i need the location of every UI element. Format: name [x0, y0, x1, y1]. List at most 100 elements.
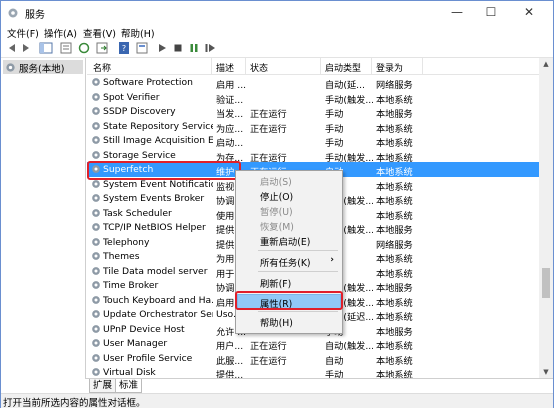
service-gear-icon: [92, 107, 100, 115]
menu-item-help[interactable]: 帮助(H): [238, 314, 340, 329]
service-name: Tile Data model server: [103, 265, 208, 277]
table-row[interactable]: Spot Verifier 验证... 手动(触发... 本地系统: [87, 90, 539, 106]
menu-separator: [258, 311, 338, 312]
column-divider[interactable]: [422, 58, 423, 74]
column-divider[interactable]: [371, 58, 372, 74]
menu-item-start[interactable]: 启动(S): [238, 173, 340, 188]
pause-service-icon[interactable]: [187, 41, 201, 55]
service-gear-icon: [92, 136, 100, 144]
list-view-icon[interactable]: [59, 41, 73, 55]
table-row[interactable]: Virtual Disk 提供... 手动 本地系统: [87, 365, 539, 378]
menu-item-restart[interactable]: 重新启动(E): [238, 233, 340, 248]
menu-file[interactable]: 文件(F): [7, 26, 39, 40]
service-name: SSDP Discovery: [103, 106, 176, 117]
table-row[interactable]: Storage Service 为存... 正在运行 手动(触发... 本地系统: [87, 148, 539, 164]
column-divider[interactable]: [211, 58, 212, 74]
export-list-icon[interactable]: [95, 41, 109, 55]
service-gear-icon: [92, 368, 100, 376]
services-window: 服务 — ☐ ✕ 文件(F) 操作(A) 查看(V) 帮助(H) ? 服务(本地…: [0, 0, 554, 409]
toolbar: ?: [1, 39, 553, 58]
tab-standard[interactable]: 标准: [115, 379, 143, 393]
column-name-header[interactable]: 名称: [93, 61, 111, 74]
service-gear-icon: [92, 78, 100, 86]
forward-arrow-icon[interactable]: [19, 41, 33, 55]
menu-help[interactable]: 帮助(H): [121, 26, 155, 40]
menu-view[interactable]: 查看(V): [83, 26, 116, 40]
scroll-up-icon[interactable]: ▲: [539, 58, 553, 70]
service-gear-icon: [92, 281, 100, 289]
service-gear-icon: [92, 150, 100, 159]
service-startup-type: 手动: [325, 370, 344, 378]
vertical-scrollbar[interactable]: ▲ ▼: [539, 58, 553, 378]
service-description: 提供...: [216, 370, 244, 378]
title-bar[interactable]: 服务 — ☐ ✕: [1, 1, 553, 25]
table-row[interactable]: SSDP Discovery 当发... 正在运行 手动 本地服务: [87, 104, 539, 120]
start-service-icon[interactable]: [155, 41, 169, 55]
service-name: User Manager: [103, 338, 168, 349]
menu-item-pause[interactable]: 暂停(U): [238, 203, 340, 218]
service-gear-icon: [92, 237, 100, 246]
annotation-highlight-superfetch: [87, 161, 241, 180]
service-gear-icon: [92, 208, 100, 217]
service-gear-icon: [92, 121, 100, 130]
menu-action[interactable]: 操作(A): [44, 26, 77, 40]
table-row[interactable]: Still Image Acquisition Ev...启动...手动本地系统: [87, 133, 539, 149]
column-login-header[interactable]: 登录为: [376, 61, 403, 74]
column-divider[interactable]: [320, 58, 321, 74]
annotation-highlight-properties: [235, 291, 343, 310]
chevron-right-icon: ›: [330, 255, 334, 265]
menu-separator: [258, 250, 338, 251]
service-gear-icon: [92, 339, 100, 347]
minimize-button[interactable]: —: [441, 1, 473, 23]
table-row[interactable]: User Manager 用户... 正在运行 自动(触发... 本地系统: [87, 336, 539, 352]
status-text: 打开当前所选内容的属性对话框。: [3, 398, 146, 409]
table-row[interactable]: State Repository Service 为应... 正在运行 手动 本地系统: [87, 119, 539, 135]
scroll-down-icon[interactable]: ▼: [539, 366, 553, 378]
service-gear-icon: [92, 194, 100, 202]
service-gear-icon: [92, 92, 100, 101]
help-icon[interactable]: ?: [117, 41, 131, 55]
column-desc-header[interactable]: 描述: [216, 61, 234, 74]
service-gear-icon: [92, 266, 100, 275]
maximize-button[interactable]: ☐: [475, 1, 507, 23]
table-row[interactable]: Software Protection 启用 ... 自动(延... 网络服务: [87, 75, 539, 91]
window-title: 服务: [25, 10, 45, 21]
properties-icon[interactable]: [135, 41, 149, 55]
service-gear-icon: [92, 324, 100, 333]
column-startup-header[interactable]: 启动类型: [325, 61, 361, 74]
service-gear-icon: [92, 223, 100, 231]
close-button[interactable]: ✕: [513, 1, 545, 23]
services-gear-icon: [8, 8, 18, 18]
service-gear-icon: [92, 252, 100, 260]
service-name: Task Scheduler: [103, 207, 172, 219]
tree-item-services-local[interactable]: 服务(本地): [3, 60, 83, 75]
scroll-thumb[interactable]: [542, 268, 550, 298]
tree-item-label: 服务(本地): [19, 64, 65, 75]
view-tabs: 扩展 标准: [85, 378, 553, 393]
stop-service-icon[interactable]: [171, 41, 185, 55]
menu-item-all-tasks[interactable]: 所有任务(K) ›: [238, 254, 340, 269]
refresh-icon[interactable]: [77, 41, 91, 55]
service-name: Still Image Acquisition Ev...: [103, 135, 213, 146]
service-name: Storage Service: [103, 149, 176, 161]
back-arrow-icon[interactable]: [5, 41, 19, 55]
service-gear-icon: [92, 179, 100, 188]
restart-service-icon[interactable]: [203, 41, 217, 55]
service-name: System Events Broker: [103, 193, 205, 204]
menu-item-stop[interactable]: 停止(O): [238, 188, 340, 203]
service-name: System Event Notification...: [103, 178, 213, 190]
column-divider[interactable]: [245, 58, 246, 74]
list-header: 名称 描述 状态 启动类型 登录为: [87, 58, 539, 75]
tree-pane: 服务(本地): [1, 58, 86, 378]
menu-item-resume[interactable]: 恢复(M): [238, 218, 340, 233]
service-name: Time Broker: [103, 280, 159, 291]
service-name: Virtual Disk: [103, 367, 156, 378]
service-gear-icon: [92, 310, 100, 318]
menu-item-refresh[interactable]: 刷新(F): [238, 275, 340, 290]
service-gear-icon: [92, 295, 100, 304]
table-row[interactable]: User Profile Service 此服... 正在运行 自动 本地系统: [87, 351, 539, 367]
show-hide-tree-icon[interactable]: [39, 41, 53, 55]
tab-extended[interactable]: 扩展: [89, 379, 117, 393]
service-name: Update Orchestrator Ser...: [103, 309, 213, 320]
column-status-header[interactable]: 状态: [250, 61, 268, 74]
